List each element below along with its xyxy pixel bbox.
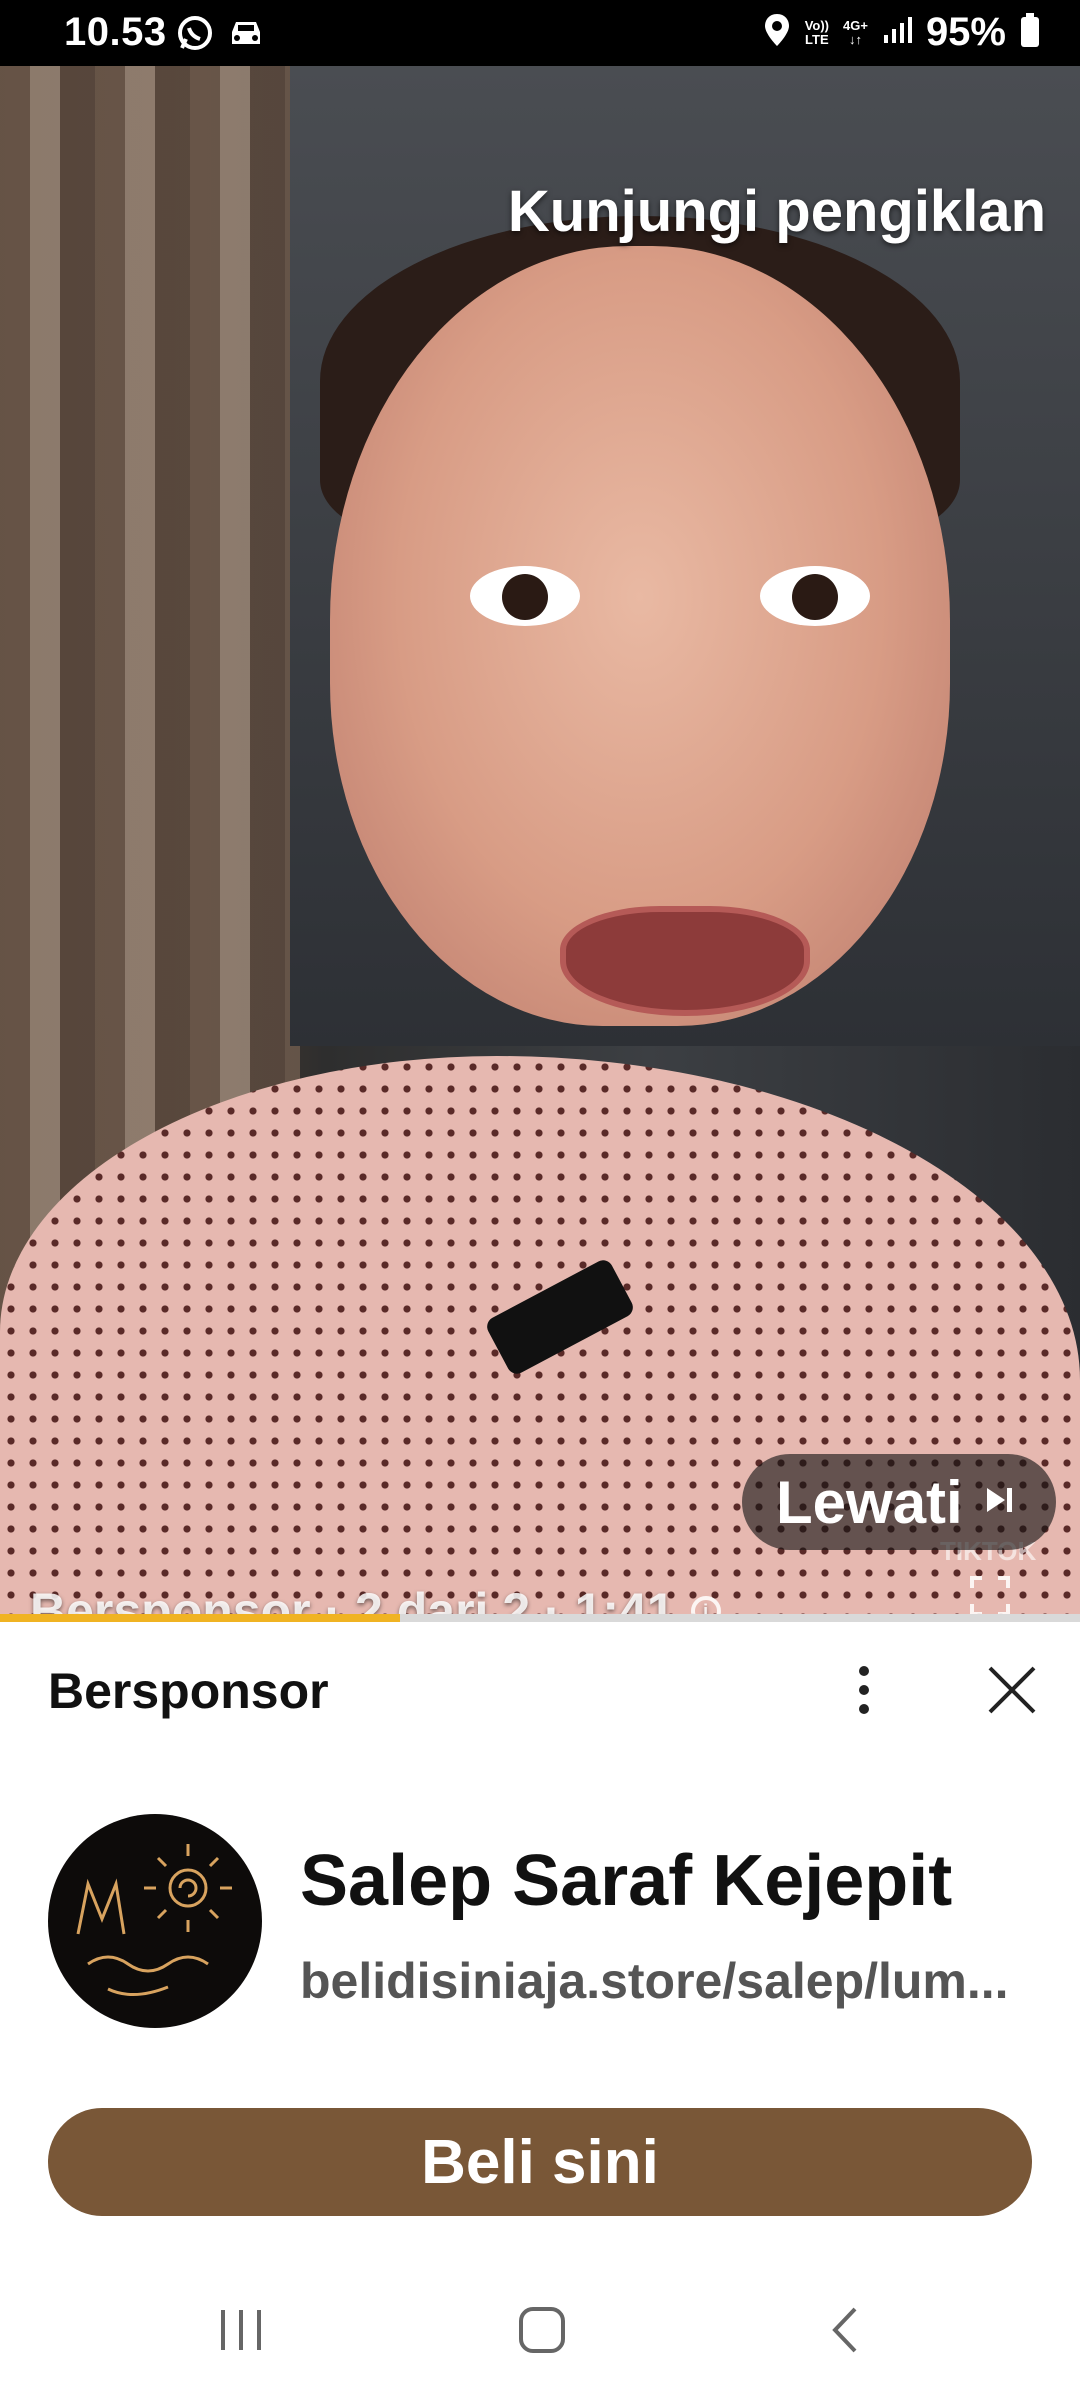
more-options-button[interactable]	[840, 1658, 888, 1722]
battery-percent: 95%	[925, 10, 1006, 54]
video-subject-mouth	[560, 906, 810, 1016]
ad-headline[interactable]: Salep Saraf Kejepit	[300, 1840, 952, 1922]
video-subject-eye	[470, 566, 580, 626]
ad-info: Bersponsor · 2 dari 2 · 1:41 i	[30, 1582, 721, 1614]
recent-apps-icon	[221, 2310, 261, 2350]
close-button[interactable]	[984, 1662, 1040, 1718]
fullscreen-icon[interactable]	[970, 1576, 1010, 1614]
navigation-bar	[0, 2250, 1080, 2408]
video-subject-eye	[760, 566, 870, 626]
signal-icon	[882, 15, 912, 50]
sponsored-title: Bersponsor	[48, 1663, 329, 1719]
sunshine-logo-icon	[76, 1844, 232, 1996]
recent-apps-button[interactable]	[202, 2290, 282, 2370]
more-vert-icon	[859, 1666, 869, 1676]
visit-advertiser-link[interactable]: Kunjungi pengiklan	[508, 178, 1046, 245]
ad-url[interactable]: belidisiniaja.store/salep/lum...	[300, 1952, 1036, 2010]
volte-indicator: Vo)) LTE	[804, 17, 829, 47]
ad-progress-bar	[0, 1614, 1080, 1622]
close-icon	[988, 1666, 1036, 1714]
ad-info-text: Bersponsor · 2 dari 2 · 1:41	[30, 1583, 675, 1614]
location-icon	[763, 12, 791, 53]
skip-ad-button[interactable]: Lewati	[742, 1454, 1056, 1550]
home-icon	[519, 2307, 565, 2353]
battery-icon	[1020, 13, 1040, 52]
skip-label: Lewati	[776, 1468, 963, 1536]
whatsapp-icon	[176, 14, 214, 57]
buy-here-button[interactable]: Beli sini	[48, 2108, 1032, 2216]
status-bar: 10.53 Vo)) LTE 4G+ ↓↑ 95%	[0, 0, 1080, 66]
home-button[interactable]	[502, 2290, 582, 2370]
info-icon[interactable]: i	[690, 1596, 721, 1614]
car-icon	[226, 16, 266, 55]
status-time: 10.53	[64, 10, 167, 54]
data-indicator: 4G+ ↓↑	[843, 17, 868, 47]
advertiser-logo[interactable]	[48, 1814, 262, 2028]
skip-next-icon	[981, 1482, 1017, 1523]
back-icon	[832, 2307, 857, 2353]
ad-progress-fill	[0, 1614, 400, 1622]
back-button[interactable]	[805, 2290, 885, 2370]
video-player[interactable]: Kunjungi pengiklan TIKTOK Lewati Berspon…	[0, 66, 1080, 1614]
